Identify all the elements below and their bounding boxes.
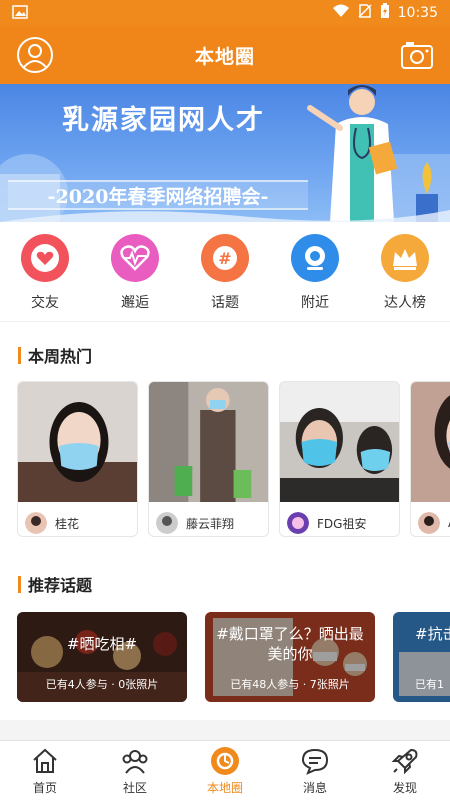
- hot-card-name: 桂花: [55, 516, 80, 531]
- hot-section-title-text: 本周热门: [28, 347, 93, 366]
- hot-carousel[interactable]: 桂花 藤云菲翔 FDG祖安: [17, 381, 450, 537]
- hot-photo: [149, 382, 268, 502]
- topic-title: #戴口罩了么？晒出最美的你: [216, 625, 364, 663]
- local-circle-icon: [210, 746, 240, 776]
- quick-nav: 交友 邂逅 # 话题 附近 达人榜: [0, 222, 450, 322]
- hot-card[interactable]: A: [410, 381, 450, 537]
- message-icon: [300, 746, 330, 776]
- battery-charging-icon: [380, 3, 390, 23]
- hot-section-title: 本周热门: [18, 343, 92, 367]
- topic-meta: 已有1: [415, 678, 444, 691]
- topic-carousel[interactable]: #晒吃相# 已有4人参与 · 0张照片 #戴口罩了么？晒出最美的你 已有48人参…: [17, 612, 450, 702]
- tab-label: 消息: [302, 780, 327, 795]
- hot-photo: [411, 382, 450, 502]
- tab-label: 发现: [392, 780, 417, 795]
- hot-card-user: A: [411, 506, 450, 536]
- tab-discover[interactable]: 发现: [370, 746, 440, 796]
- topic-section-title: 推荐话题: [18, 572, 92, 596]
- tab-label: 社区: [122, 780, 147, 795]
- section-accent-bar: [18, 346, 21, 364]
- topic-card[interactable]: #抗击 家 已有1: [393, 612, 450, 702]
- quick-nav-leaderboard[interactable]: 达人榜: [369, 234, 441, 312]
- topic-title: #抗击 家: [415, 625, 450, 643]
- tab-label: 首页: [32, 780, 57, 795]
- user-avatar-icon: [17, 37, 53, 73]
- quick-nav-make-friends[interactable]: 交友: [9, 234, 81, 312]
- quick-nav-label: 交友: [31, 295, 59, 311]
- section-divider: [0, 720, 450, 740]
- location-icon: [291, 234, 339, 282]
- user-avatar-icon: [25, 512, 47, 534]
- tab-home[interactable]: 首页: [10, 746, 80, 796]
- hot-card[interactable]: FDG祖安: [279, 381, 400, 537]
- tab-messages[interactable]: 消息: [280, 746, 350, 796]
- tab-label: 本地圈: [206, 780, 243, 795]
- quick-nav-encounter[interactable]: 邂逅: [99, 234, 171, 312]
- recruitment-banner[interactable]: 乳源家园网人才 -2020年春季网络招聘会-: [0, 84, 450, 222]
- camera-icon: [401, 42, 433, 69]
- topic-meta: 已有48人参与 · 7张照片: [230, 678, 350, 691]
- home-icon: [30, 746, 60, 776]
- topic-card[interactable]: #晒吃相# 已有4人参与 · 0张照片: [17, 612, 187, 702]
- heartbeat-icon: [111, 234, 159, 282]
- community-icon: [120, 746, 150, 776]
- tab-community[interactable]: 社区: [100, 746, 170, 796]
- status-time: 10:35: [397, 5, 438, 21]
- svg-text:#: #: [218, 249, 231, 268]
- quick-nav-nearby[interactable]: 附近: [279, 234, 351, 312]
- user-avatar-icon: [418, 512, 440, 534]
- hashtag-icon: #: [201, 234, 249, 282]
- rocket-icon: [390, 746, 420, 776]
- banner-subline-ribbon: -2020年春季网络招聘会-: [8, 180, 308, 210]
- quick-nav-label: 达人榜: [384, 295, 426, 311]
- camera-button[interactable]: [400, 38, 434, 72]
- hot-card-user: 桂花: [18, 506, 137, 536]
- bottom-tab-bar: 首页 社区 本地圈 消息 发现: [0, 740, 450, 800]
- topic-card[interactable]: #戴口罩了么？晒出最美的你 已有48人参与 · 7张照片: [205, 612, 375, 702]
- wifi-icon: [332, 4, 350, 22]
- banner-headline: 乳源家园网人才: [62, 105, 265, 136]
- banner-subline: -2020年春季网络招聘会-: [47, 185, 269, 208]
- quick-nav-label: 话题: [211, 295, 239, 311]
- quick-nav-topics[interactable]: # 话题: [189, 234, 261, 312]
- tab-local-circle[interactable]: 本地圈: [190, 746, 260, 796]
- heart-icon: [21, 234, 69, 282]
- topic-title: #晒吃相#: [66, 635, 138, 653]
- no-sim-icon: [358, 4, 372, 22]
- topic-section-title-text: 推荐话题: [28, 576, 93, 595]
- status-bar: 10:35: [0, 0, 450, 26]
- profile-button[interactable]: [16, 36, 54, 74]
- gallery-notification-icon: [12, 4, 28, 23]
- quick-nav-label: 邂逅: [121, 295, 149, 311]
- user-avatar-icon: [156, 512, 178, 534]
- hot-card-user: 藤云菲翔: [149, 506, 268, 536]
- crown-icon: [381, 234, 429, 282]
- hot-photo: [280, 382, 399, 502]
- hot-card[interactable]: 桂花: [17, 381, 138, 537]
- user-avatar-icon: [287, 512, 309, 534]
- hot-photo: [18, 382, 137, 502]
- page-title: 本地圈: [194, 45, 255, 68]
- hot-card[interactable]: 藤云菲翔: [148, 381, 269, 537]
- hot-card-name: FDG祖安: [317, 516, 367, 531]
- hot-card-name: 藤云菲翔: [186, 516, 235, 531]
- hot-card-user: FDG祖安: [280, 506, 399, 536]
- section-accent-bar: [18, 575, 21, 593]
- app-header: 本地圈: [0, 26, 450, 84]
- quick-nav-label: 附近: [301, 295, 329, 311]
- topic-meta: 已有4人参与 · 0张照片: [45, 678, 159, 691]
